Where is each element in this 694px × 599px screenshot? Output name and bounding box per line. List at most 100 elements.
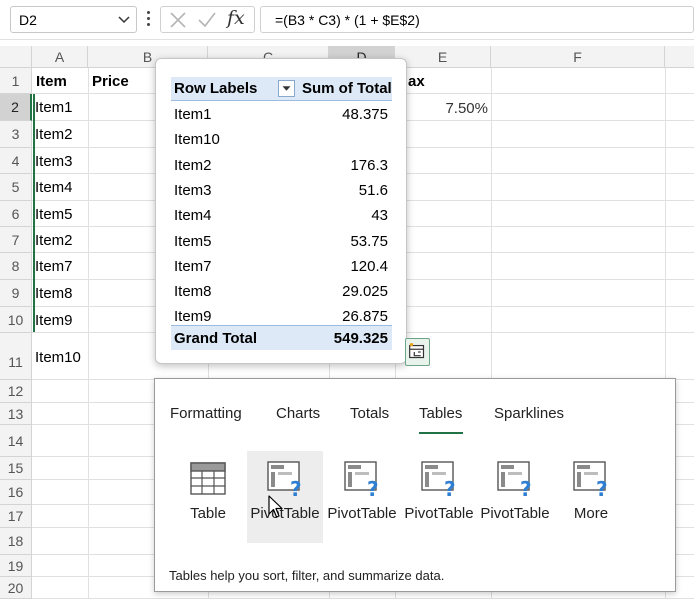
row-header-7[interactable]: 7 bbox=[0, 227, 32, 253]
quick-item-label: PivotTable bbox=[250, 505, 320, 522]
pivot-row-label: Item7 bbox=[174, 257, 212, 275]
pivot-row: Item1 48.375 bbox=[171, 102, 392, 127]
row-header-2[interactable]: 2 bbox=[0, 94, 32, 121]
insert-function-icon[interactable]: fx bbox=[227, 7, 245, 29]
quick-item-label: PivotTable bbox=[480, 505, 550, 522]
cell-a10[interactable]: Item9 bbox=[35, 312, 73, 329]
quick-item-label: More bbox=[573, 505, 609, 522]
row-header-18[interactable]: 18 bbox=[0, 528, 32, 555]
pivot-table-icon: ? bbox=[267, 461, 302, 497]
row-header-8[interactable]: 8 bbox=[0, 253, 32, 280]
pivot-row: Item7 120.4 bbox=[171, 254, 392, 279]
pivot-grand-total-row: Grand Total 549.325 bbox=[171, 325, 392, 350]
row-header-5[interactable]: 5 bbox=[0, 174, 32, 201]
pivot-header-row: Row Labels Sum of Total bbox=[171, 77, 392, 101]
pivot-table-icon: ? bbox=[344, 461, 379, 497]
formula-input[interactable]: =(B3 * C3) * (1 + $E$2) bbox=[260, 6, 694, 33]
pivot-table-preview: Row Labels Sum of Total Item1 48.375 Item1… bbox=[155, 58, 407, 364]
pivot-row-value: 51.6 bbox=[358, 181, 388, 199]
cell-a4[interactable]: Item3 bbox=[35, 153, 73, 170]
quick-more-button[interactable]: ? More bbox=[553, 451, 629, 543]
svg-text:?: ? bbox=[520, 477, 532, 497]
more-options-icon[interactable] bbox=[145, 10, 151, 28]
row-header-15[interactable]: 15 bbox=[0, 457, 32, 480]
pivot-row-label: Item9 bbox=[174, 308, 212, 326]
pivot-grand-total-value: 549.325 bbox=[333, 330, 388, 347]
formula-text: =(B3 * C3) * (1 + $E$2) bbox=[275, 12, 420, 28]
row-header-11[interactable]: 11 bbox=[0, 333, 32, 380]
cell-a6[interactable]: Item5 bbox=[35, 206, 73, 223]
tab-formatting[interactable]: Formatting bbox=[170, 405, 242, 422]
pivot-grand-total-label: Grand Total bbox=[174, 330, 258, 347]
quick-analysis-button[interactable] bbox=[405, 338, 430, 366]
pivot-row-value: 120.4 bbox=[350, 257, 388, 275]
row-header-17[interactable]: 17 bbox=[0, 505, 32, 528]
cell-a3[interactable]: Item2 bbox=[35, 126, 73, 143]
cancel-icon[interactable] bbox=[169, 11, 187, 29]
filter-dropdown-icon bbox=[278, 80, 295, 97]
row-header-14[interactable]: 14 bbox=[0, 425, 32, 457]
row-header-4[interactable]: 4 bbox=[0, 148, 32, 174]
cell-a11[interactable]: Item10 bbox=[35, 349, 81, 366]
cell-e2[interactable]: 7.50% bbox=[400, 100, 488, 117]
column-header-e[interactable]: E bbox=[395, 46, 491, 68]
tab-totals[interactable]: Totals bbox=[350, 405, 389, 422]
cell-a2[interactable]: Item1 bbox=[35, 99, 73, 116]
pivot-row-value: 43 bbox=[371, 207, 388, 225]
pivot-table-icon: ? bbox=[421, 461, 456, 497]
quick-pivot-table-button-4[interactable]: ? PivotTable bbox=[477, 451, 553, 543]
tab-charts[interactable]: Charts bbox=[276, 405, 320, 422]
row-header-12[interactable]: 12 bbox=[0, 380, 32, 403]
formula-controls: fx bbox=[160, 6, 255, 33]
cell-a5[interactable]: Item4 bbox=[35, 179, 73, 196]
quick-pivot-table-button-3[interactable]: ? PivotTable bbox=[401, 451, 477, 543]
quick-item-label: PivotTable bbox=[327, 505, 397, 522]
pivot-row-value: 176.3 bbox=[350, 156, 388, 174]
pivot-row-value: 29.025 bbox=[342, 283, 388, 301]
pivot-row: Item2 176.3 bbox=[171, 153, 392, 178]
cell-a7[interactable]: Item2 bbox=[35, 232, 73, 249]
pivot-row: Item8 29.025 bbox=[171, 279, 392, 304]
pivot-row: Item5 53.75 bbox=[171, 229, 392, 254]
cell-a1[interactable]: Item bbox=[36, 73, 67, 90]
cell-b1[interactable]: Price bbox=[92, 73, 129, 90]
row-header-19[interactable]: 19 bbox=[0, 555, 32, 577]
quick-table-button[interactable]: Table bbox=[170, 451, 246, 543]
table-icon bbox=[190, 462, 226, 495]
mouse-cursor-icon bbox=[268, 495, 283, 518]
chevron-down-icon[interactable] bbox=[116, 10, 132, 28]
quick-pivot-table-button-2[interactable]: ? PivotTable bbox=[324, 451, 400, 543]
row-header-16[interactable]: 16 bbox=[0, 480, 32, 505]
quick-pivot-table-button-1[interactable]: ? PivotTable bbox=[247, 451, 323, 543]
row-header-10[interactable]: 10 bbox=[0, 307, 32, 333]
enter-icon[interactable] bbox=[197, 11, 217, 29]
pivot-row: Item4 43 bbox=[171, 203, 392, 228]
quick-analysis-panel: Formatting Charts Totals Tables Sparklin… bbox=[154, 378, 676, 592]
pivot-row-label: Item3 bbox=[174, 181, 212, 199]
row-header-20[interactable]: 20 bbox=[0, 577, 32, 599]
row-header-6[interactable]: 6 bbox=[0, 201, 32, 227]
row-header-3[interactable]: 3 bbox=[0, 121, 32, 148]
column-header-f[interactable]: F bbox=[491, 46, 665, 68]
select-all-corner[interactable] bbox=[0, 46, 32, 68]
tab-sparklines[interactable]: Sparklines bbox=[494, 405, 564, 422]
pivot-sum-header: Sum of Total bbox=[302, 80, 392, 97]
quick-analysis-icon bbox=[409, 342, 425, 359]
row-header-13[interactable]: 13 bbox=[0, 403, 32, 425]
pivot-row-label: Item8 bbox=[174, 283, 212, 301]
row-header-1[interactable]: 1 bbox=[0, 68, 32, 94]
active-tab-indicator bbox=[419, 432, 463, 434]
cell-a8[interactable]: Item7 bbox=[35, 258, 73, 275]
tab-tables[interactable]: Tables bbox=[419, 405, 462, 422]
name-box[interactable]: D2 bbox=[10, 6, 137, 33]
column-header-a[interactable]: A bbox=[32, 46, 88, 68]
pivot-row: Item3 51.6 bbox=[171, 178, 392, 203]
svg-text:?: ? bbox=[596, 477, 608, 497]
svg-text:?: ? bbox=[290, 477, 302, 497]
svg-text:?: ? bbox=[444, 477, 456, 497]
svg-text:?: ? bbox=[367, 477, 379, 497]
cell-a9[interactable]: Item8 bbox=[35, 285, 73, 302]
cell-e1[interactable]: ax bbox=[408, 73, 425, 90]
row-header-9[interactable]: 9 bbox=[0, 280, 32, 307]
pivot-row-labels-header: Row Labels bbox=[174, 80, 258, 97]
